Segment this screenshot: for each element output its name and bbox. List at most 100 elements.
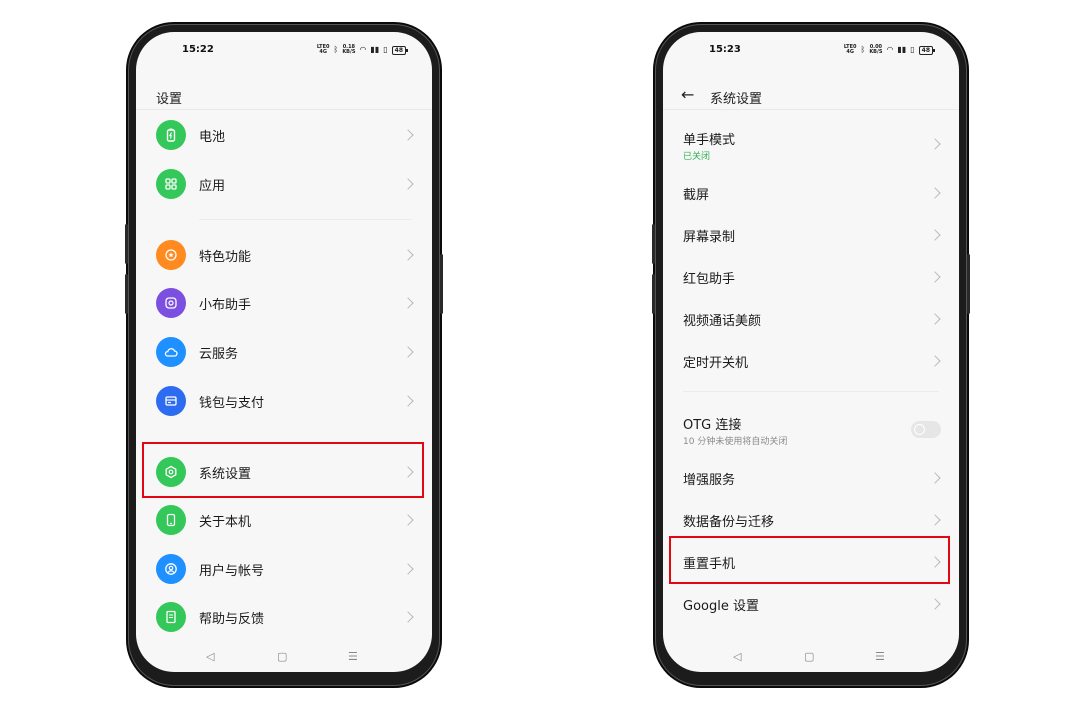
settings-item-label: 电池	[199, 130, 226, 145]
settings-item-battery[interactable]: 电池	[136, 113, 432, 157]
battery-icon	[166, 128, 176, 142]
status-bar: 15:23 LTE0 4G ᛒ 0.00 KB/S ◠ ▮▮ ▯ 48	[663, 42, 959, 60]
volume-button	[652, 224, 655, 264]
lte-indicator: LTE0 4G	[316, 44, 330, 55]
settings-item-features[interactable]: 特色功能	[136, 233, 432, 277]
settings-item-label: 关于本机	[199, 515, 252, 530]
settings-item-apps[interactable]: 应用	[136, 162, 432, 206]
sys-item-screenshot[interactable]: 截屏	[663, 171, 959, 215]
nav-home-icon[interactable]: ▢	[277, 650, 287, 664]
battery-indicator: 48	[918, 45, 936, 55]
page-header: 设置	[136, 84, 432, 107]
chevron-right-icon	[402, 178, 414, 190]
li-icon-5	[156, 386, 186, 416]
chevron-right-icon	[929, 355, 941, 367]
signal-icon: ▮▮	[897, 45, 907, 54]
settings-item-cloud[interactable]: 云服务	[136, 330, 432, 374]
settings-item-label: 云服务	[199, 347, 239, 362]
page-title: 设置	[156, 92, 183, 107]
sys-item-screen-record[interactable]: 屏幕录制	[663, 213, 959, 257]
header-divider	[663, 109, 959, 110]
settings-item-help[interactable]: 帮助与反馈	[136, 595, 432, 639]
network-speed: 0.00 KB/S	[869, 44, 883, 55]
network-speed: 0.18 KB/S	[342, 44, 356, 55]
signal-icon: ▯	[910, 45, 915, 54]
sys-item-enhanced-service[interactable]: 增强服务	[663, 456, 959, 500]
phone-frame-left: 15:22 LTE0 4G ᛒ 0.18 KB/S ◠ ▮▮ ▯ 48 设置 电…	[125, 24, 443, 686]
page-header: ← 系统设置	[663, 84, 959, 108]
wifi-icon: ◠	[359, 45, 367, 54]
sys-item-red-packet[interactable]: 红包助手	[663, 255, 959, 299]
chevron-right-icon	[402, 346, 414, 358]
settings-item-label: 用户与帐号	[199, 564, 265, 579]
li-icon-8	[156, 554, 186, 584]
sys-item-label: 视频通话美颜	[683, 314, 762, 329]
chevron-right-icon	[929, 514, 941, 526]
apps-grid-icon	[165, 178, 177, 190]
li-icon-1	[156, 169, 186, 199]
phone-icon	[166, 513, 176, 527]
sys-item-video-beauty[interactable]: 视频通话美颜	[663, 297, 959, 341]
li-icon-4	[156, 337, 186, 367]
settings-item-about[interactable]: 关于本机	[136, 498, 432, 542]
battery-indicator: 48	[391, 45, 409, 55]
assistant-icon	[165, 297, 177, 309]
group-divider	[199, 219, 412, 220]
status-time: 15:23	[709, 44, 741, 55]
settings-item-label: 小布助手	[199, 298, 252, 313]
li-icon-9	[156, 602, 186, 632]
chevron-right-icon	[929, 187, 941, 199]
chevron-right-icon	[929, 229, 941, 241]
user-icon	[165, 563, 177, 575]
volume-button	[125, 224, 128, 264]
settings-item-label: 帮助与反馈	[199, 612, 265, 627]
wifi-icon: ◠	[886, 45, 894, 54]
chevron-right-icon	[929, 313, 941, 325]
settings-item-accounts[interactable]: 用户与帐号	[136, 547, 432, 591]
volume-button	[125, 274, 128, 314]
help-book-icon	[166, 610, 176, 624]
sys-item-scheduled-power[interactable]: 定时开关机	[663, 339, 959, 383]
nav-back-icon[interactable]: ◁	[206, 650, 214, 664]
screen-settings: 15:22 LTE0 4G ᛒ 0.18 KB/S ◠ ▮▮ ▯ 48 设置 电…	[136, 32, 432, 672]
page-title: 系统设置	[710, 92, 763, 107]
status-time: 15:22	[182, 44, 214, 55]
sys-item-label: 红包助手	[683, 272, 736, 287]
nav-back-icon[interactable]: ◁	[733, 650, 741, 664]
sys-item-hint: 10 分钟未使用将自动关闭	[683, 437, 788, 447]
sys-item-label: 增强服务	[683, 473, 736, 488]
li-icon-2	[156, 240, 186, 270]
sys-item-label: 定时开关机	[683, 356, 749, 371]
star-badge-icon	[165, 249, 177, 261]
signal-icon: ▮▮	[370, 45, 380, 54]
chevron-right-icon	[402, 249, 414, 261]
sys-item-one-hand-mode[interactable]: 单手模式 已关闭	[663, 122, 959, 168]
toggle-knob	[914, 424, 925, 435]
nav-home-icon[interactable]: ▢	[804, 650, 814, 664]
lte-indicator: LTE0 4G	[843, 44, 857, 55]
nav-recents-icon[interactable]: ☰	[875, 650, 885, 664]
bluetooth-icon: ᛒ	[333, 45, 339, 54]
back-arrow-icon[interactable]: ←	[681, 87, 694, 103]
settings-item-label: 应用	[199, 179, 226, 194]
sys-item-label: Google 设置	[683, 599, 759, 614]
navigation-bar: ◁ ▢ ☰	[136, 650, 432, 666]
nav-recents-icon[interactable]: ☰	[348, 650, 358, 664]
highlight-reset-phone	[669, 536, 950, 584]
chevron-right-icon	[402, 395, 414, 407]
chevron-right-icon	[929, 271, 941, 283]
signal-icon: ▯	[383, 45, 388, 54]
navigation-bar: ◁ ▢ ☰	[663, 650, 959, 666]
wallet-icon	[165, 396, 177, 406]
settings-item-assistant[interactable]: 小布助手	[136, 281, 432, 325]
otg-toggle[interactable]	[911, 421, 941, 438]
li-icon-3	[156, 288, 186, 318]
sys-item-google-settings[interactable]: Google 设置	[663, 582, 959, 626]
sys-item-otg[interactable]: OTG 连接 10 分钟未使用将自动关闭	[663, 407, 959, 453]
settings-item-wallet[interactable]: 钱包与支付	[136, 379, 432, 423]
sys-item-status: 已关闭	[683, 152, 711, 162]
chevron-right-icon	[402, 297, 414, 309]
sys-item-label: 截屏	[683, 188, 710, 203]
status-bar: 15:22 LTE0 4G ᛒ 0.18 KB/S ◠ ▮▮ ▯ 48	[136, 42, 432, 60]
phone-frame-right: 15:23 LTE0 4G ᛒ 0.00 KB/S ◠ ▮▮ ▯ 48 ← 系统…	[652, 24, 970, 686]
